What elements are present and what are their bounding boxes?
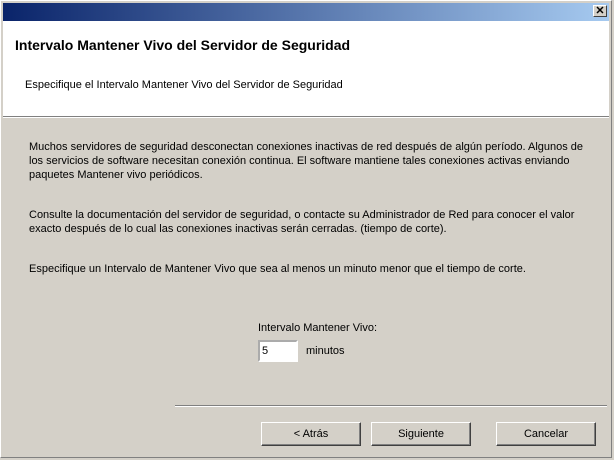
description-paragraph-1: Muchos servidores de seguridad desconect… xyxy=(29,141,584,181)
close-icon: ✕ xyxy=(595,4,605,17)
wizard-window: ✕ Intervalo Mantener Vivo del Servidor d… xyxy=(0,0,612,458)
page-subtitle: Especifique el Intervalo Mantener Vivo d… xyxy=(25,79,343,91)
title-bar[interactable]: ✕ xyxy=(3,3,609,21)
interval-unit-label: minutos xyxy=(306,345,345,357)
close-button[interactable]: ✕ xyxy=(593,5,607,17)
keepalive-interval-label: Intervalo Mantener Vivo: xyxy=(258,322,378,334)
keepalive-interval-row: minutos xyxy=(258,340,345,362)
keepalive-interval-input[interactable] xyxy=(258,340,298,362)
description-paragraph-3: Especifique un Intervalo de Mantener Viv… xyxy=(29,263,526,275)
description-paragraph-2: Consulte la documentación del servidor d… xyxy=(29,209,575,235)
button-divider xyxy=(175,405,607,407)
back-button[interactable]: < Atrás xyxy=(261,422,361,446)
header-divider xyxy=(3,117,609,118)
wizard-header: Intervalo Mantener Vivo del Servidor de … xyxy=(3,21,609,117)
cancel-button[interactable]: Cancelar xyxy=(496,422,596,446)
page-title: Intervalo Mantener Vivo del Servidor de … xyxy=(15,37,351,53)
next-button[interactable]: Siguiente xyxy=(371,422,471,446)
